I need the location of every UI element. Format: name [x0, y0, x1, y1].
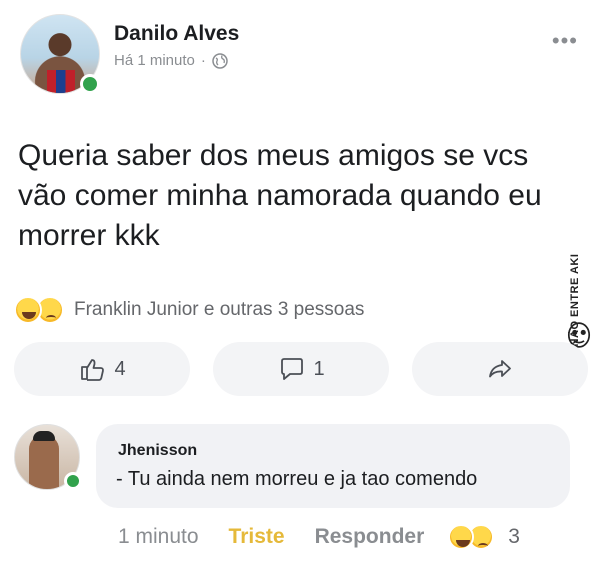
author-avatar[interactable]	[20, 14, 100, 94]
post-header: Danilo Alves Há 1 minuto · •••	[0, 0, 600, 110]
comment-reactions[interactable]	[448, 524, 495, 550]
comment-button[interactable]: 1	[213, 342, 389, 396]
avatar-scarf	[47, 70, 75, 93]
post-actions: 4 1	[14, 342, 588, 396]
commenter-avatar[interactable]	[14, 424, 82, 492]
post-meta: Há 1 minuto ·	[114, 52, 228, 69]
haha-emoji-icon	[14, 296, 42, 324]
comment-reaction-button[interactable]: Triste	[229, 525, 285, 549]
post-body-text: Queria saber dos meus amigos se vcs vão …	[18, 139, 542, 252]
haha-emoji-icon	[448, 524, 475, 550]
post-time[interactable]: Há 1 minuto	[114, 52, 195, 69]
comment-footer: 1 minuto Triste Responder 3	[118, 522, 578, 552]
share-button[interactable]	[412, 342, 588, 396]
commenter-cap	[33, 431, 55, 441]
comment-text: - Tu ainda nem morreu e ja tao comendo	[116, 468, 478, 490]
watermark-text: NÃO ENTRE AKI	[569, 253, 581, 347]
like-count: 4	[114, 357, 126, 380]
meta-separator: ·	[200, 52, 206, 69]
commenter-figure	[29, 435, 59, 489]
share-icon	[489, 360, 511, 378]
comment-count: 1	[313, 357, 325, 380]
like-button[interactable]: 4	[14, 342, 190, 396]
comment-author-name[interactable]: Jhenisson	[118, 442, 197, 460]
thumbs-up-icon	[81, 359, 105, 381]
comment-time[interactable]: 1 minuto	[118, 525, 199, 549]
comment-reaction-count: 3	[508, 525, 520, 548]
comment-bubble[interactable]: Jhenisson - Tu ainda nem morreu e ja tao…	[96, 424, 570, 508]
more-options-icon[interactable]: •••	[552, 28, 578, 54]
online-status-dot	[80, 74, 100, 94]
comment-icon	[281, 358, 304, 380]
commenter-online-dot	[64, 472, 82, 490]
comment-reply-button[interactable]: Responder	[315, 525, 425, 549]
globe-icon	[212, 52, 228, 69]
reactions-summary-text: Franklin Junior e outras 3 pessoas	[74, 299, 365, 320]
post-author-name[interactable]: Danilo Alves	[114, 22, 239, 46]
reactions-summary[interactable]: Franklin Junior e outras 3 pessoas	[14, 292, 364, 328]
